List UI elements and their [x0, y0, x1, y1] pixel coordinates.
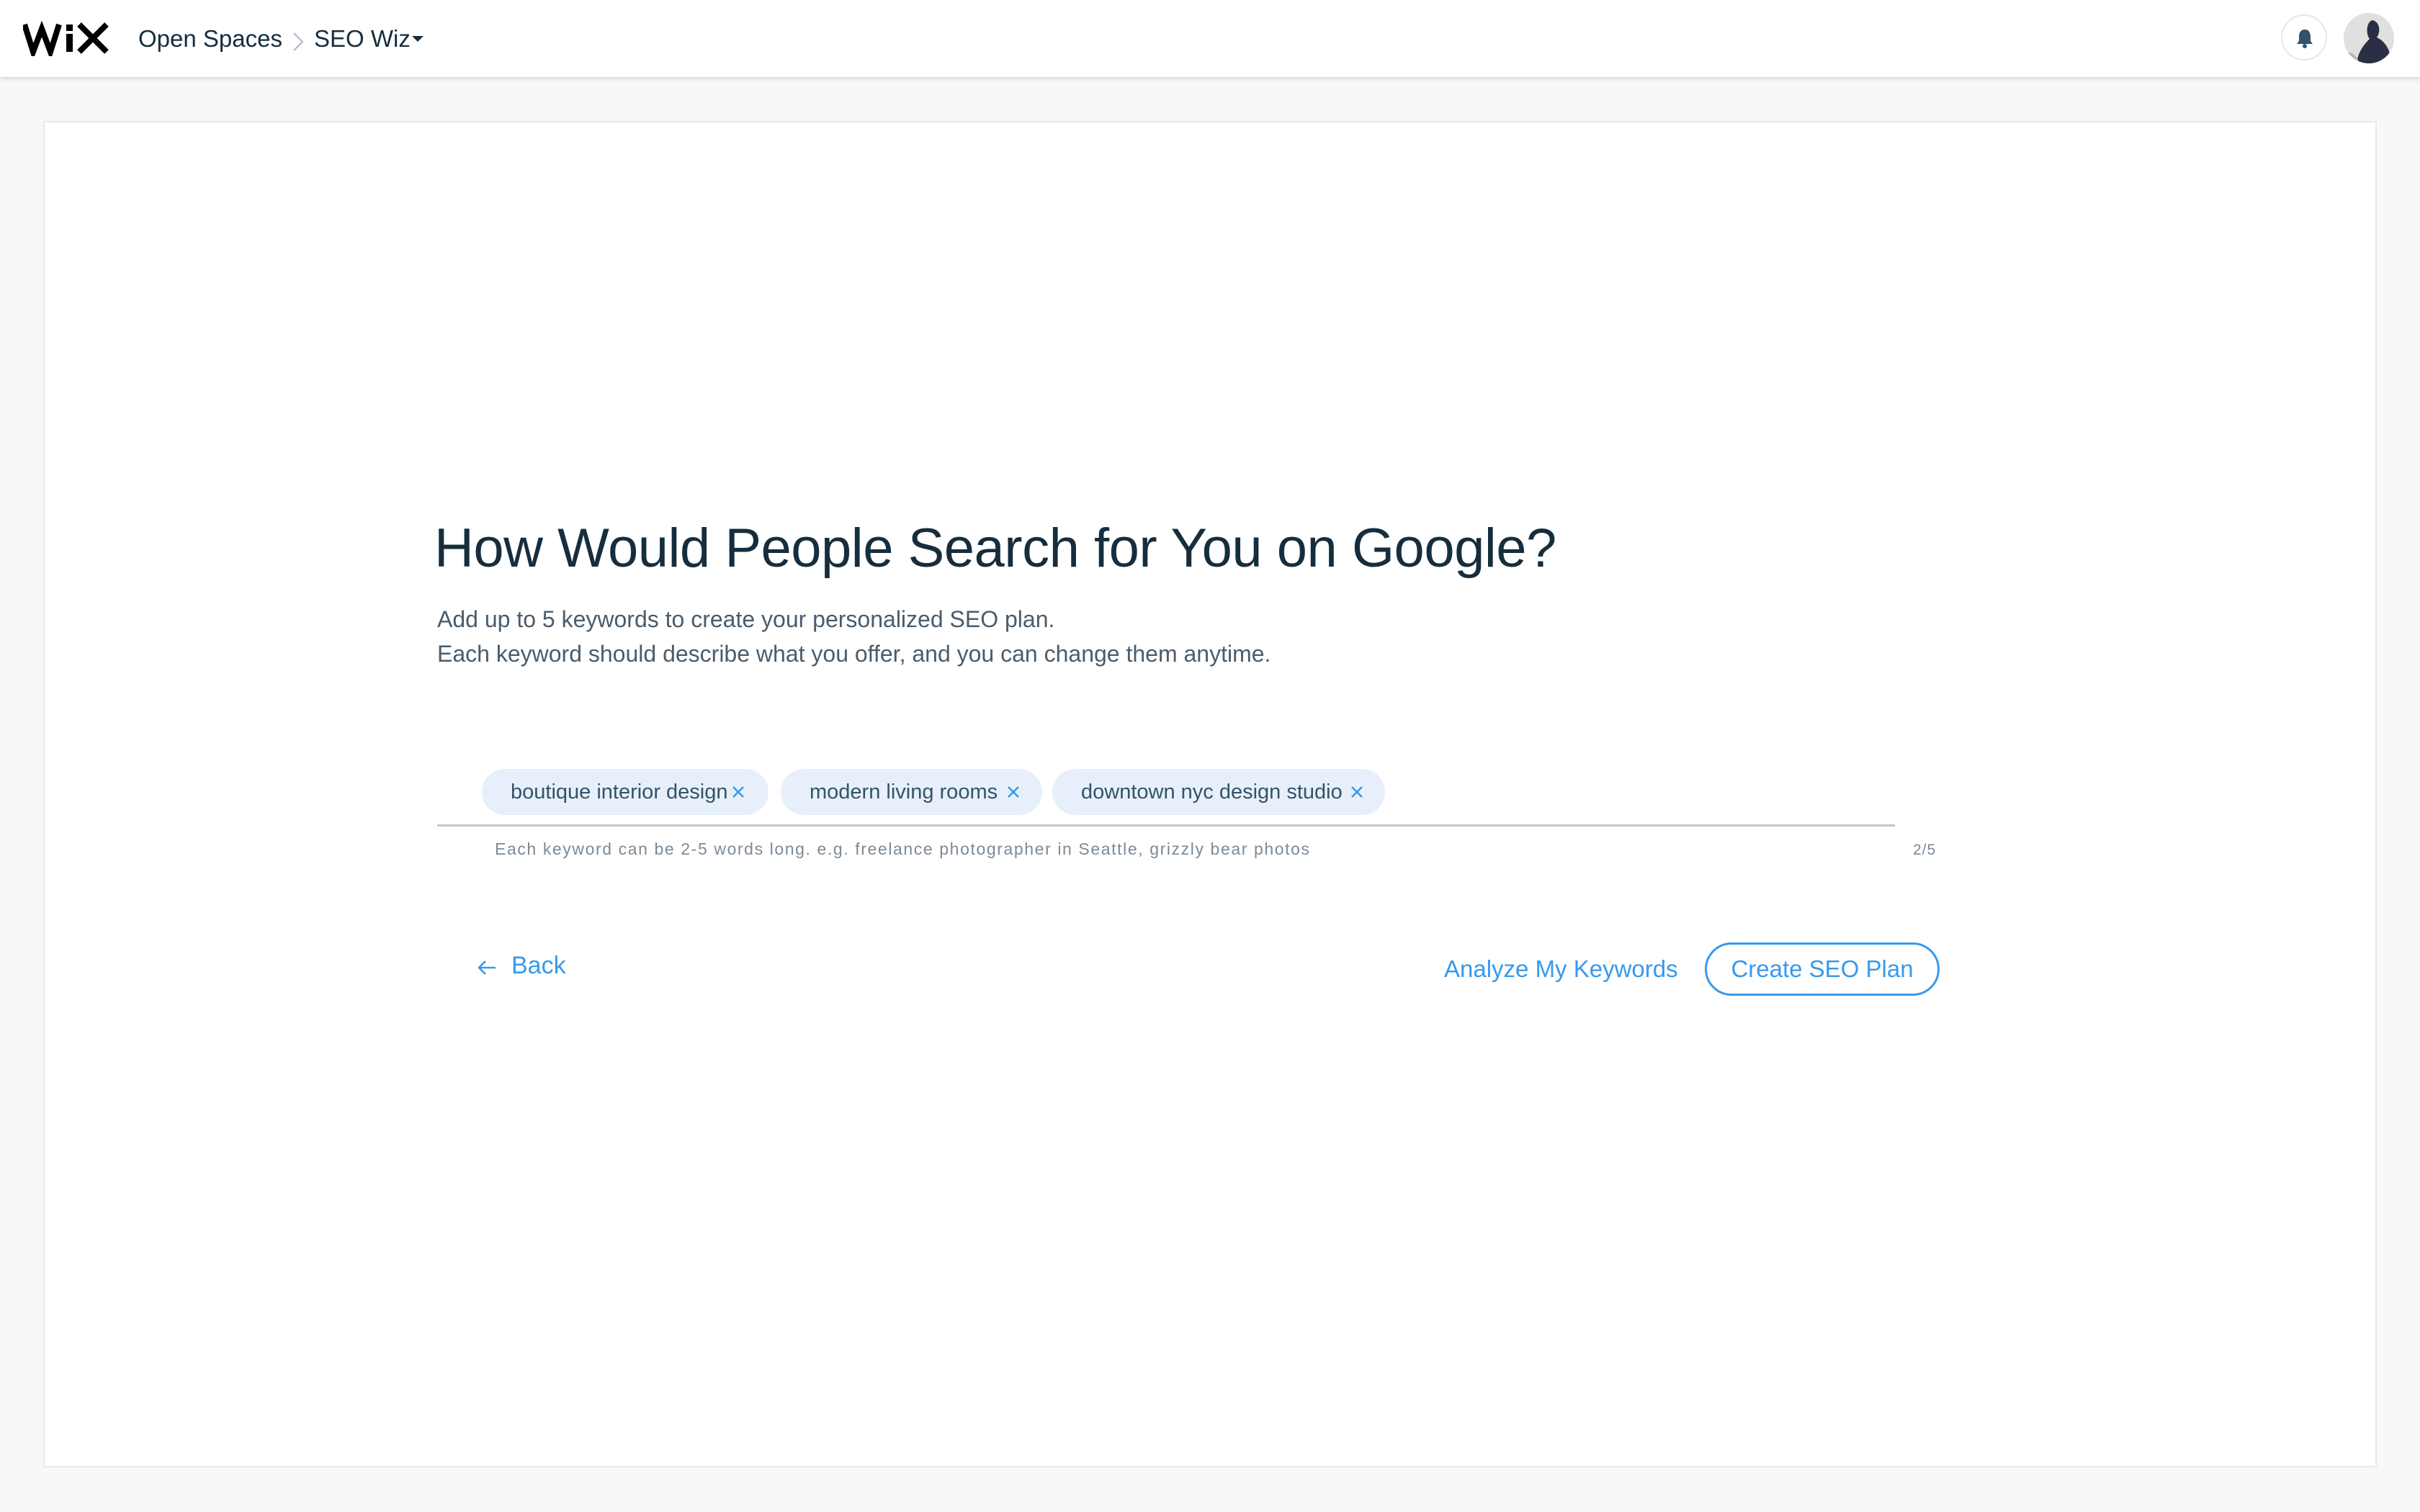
close-icon[interactable]: [730, 784, 746, 800]
bell-icon: [2297, 30, 2313, 48]
avatar[interactable]: [2344, 13, 2394, 63]
subtitle-line-2: Each keyword should describe what you of…: [437, 641, 1271, 667]
top-bar: Open Spaces SEO Wiz: [0, 0, 2420, 77]
keyword-tag-label: boutique interior design: [511, 780, 728, 804]
breadcrumb-site-name[interactable]: Open Spaces: [138, 24, 282, 53]
analyze-keywords-button[interactable]: Analyze My Keywords: [1444, 953, 1678, 985]
create-seo-plan-button[interactable]: Create SEO Plan: [1705, 942, 1940, 996]
keyword-counter: 2/5: [1913, 842, 1937, 858]
chevron-right-icon: [291, 32, 305, 52]
notifications-button[interactable]: [2281, 14, 2327, 60]
close-icon[interactable]: [1005, 784, 1021, 800]
keyword-tag[interactable]: downtown nyc design studio: [1052, 769, 1385, 815]
breadcrumb-app-name[interactable]: SEO Wiz: [314, 24, 411, 53]
subtitle-line-1: Add up to 5 keywords to create your pers…: [437, 606, 1055, 632]
caret-down-icon[interactable]: [412, 36, 424, 42]
keywords-input[interactable]: boutique interior design modern living r…: [437, 763, 1895, 827]
keyword-tag-label: modern living rooms: [810, 780, 998, 804]
keywords-hint: Each keyword can be 2-5 words long. e.g.…: [495, 840, 1311, 858]
arrow-left-icon: [478, 960, 496, 975]
close-icon[interactable]: [1349, 784, 1365, 800]
keyword-tag[interactable]: modern living rooms: [781, 769, 1042, 815]
keyword-tag[interactable]: boutique interior design: [482, 769, 768, 815]
keyword-tag-label: downtown nyc design studio: [1081, 780, 1343, 804]
wix-logo[interactable]: [22, 20, 109, 61]
back-button-label: Back: [511, 952, 566, 979]
page-title: How Would People Search for You on Googl…: [434, 518, 1556, 579]
